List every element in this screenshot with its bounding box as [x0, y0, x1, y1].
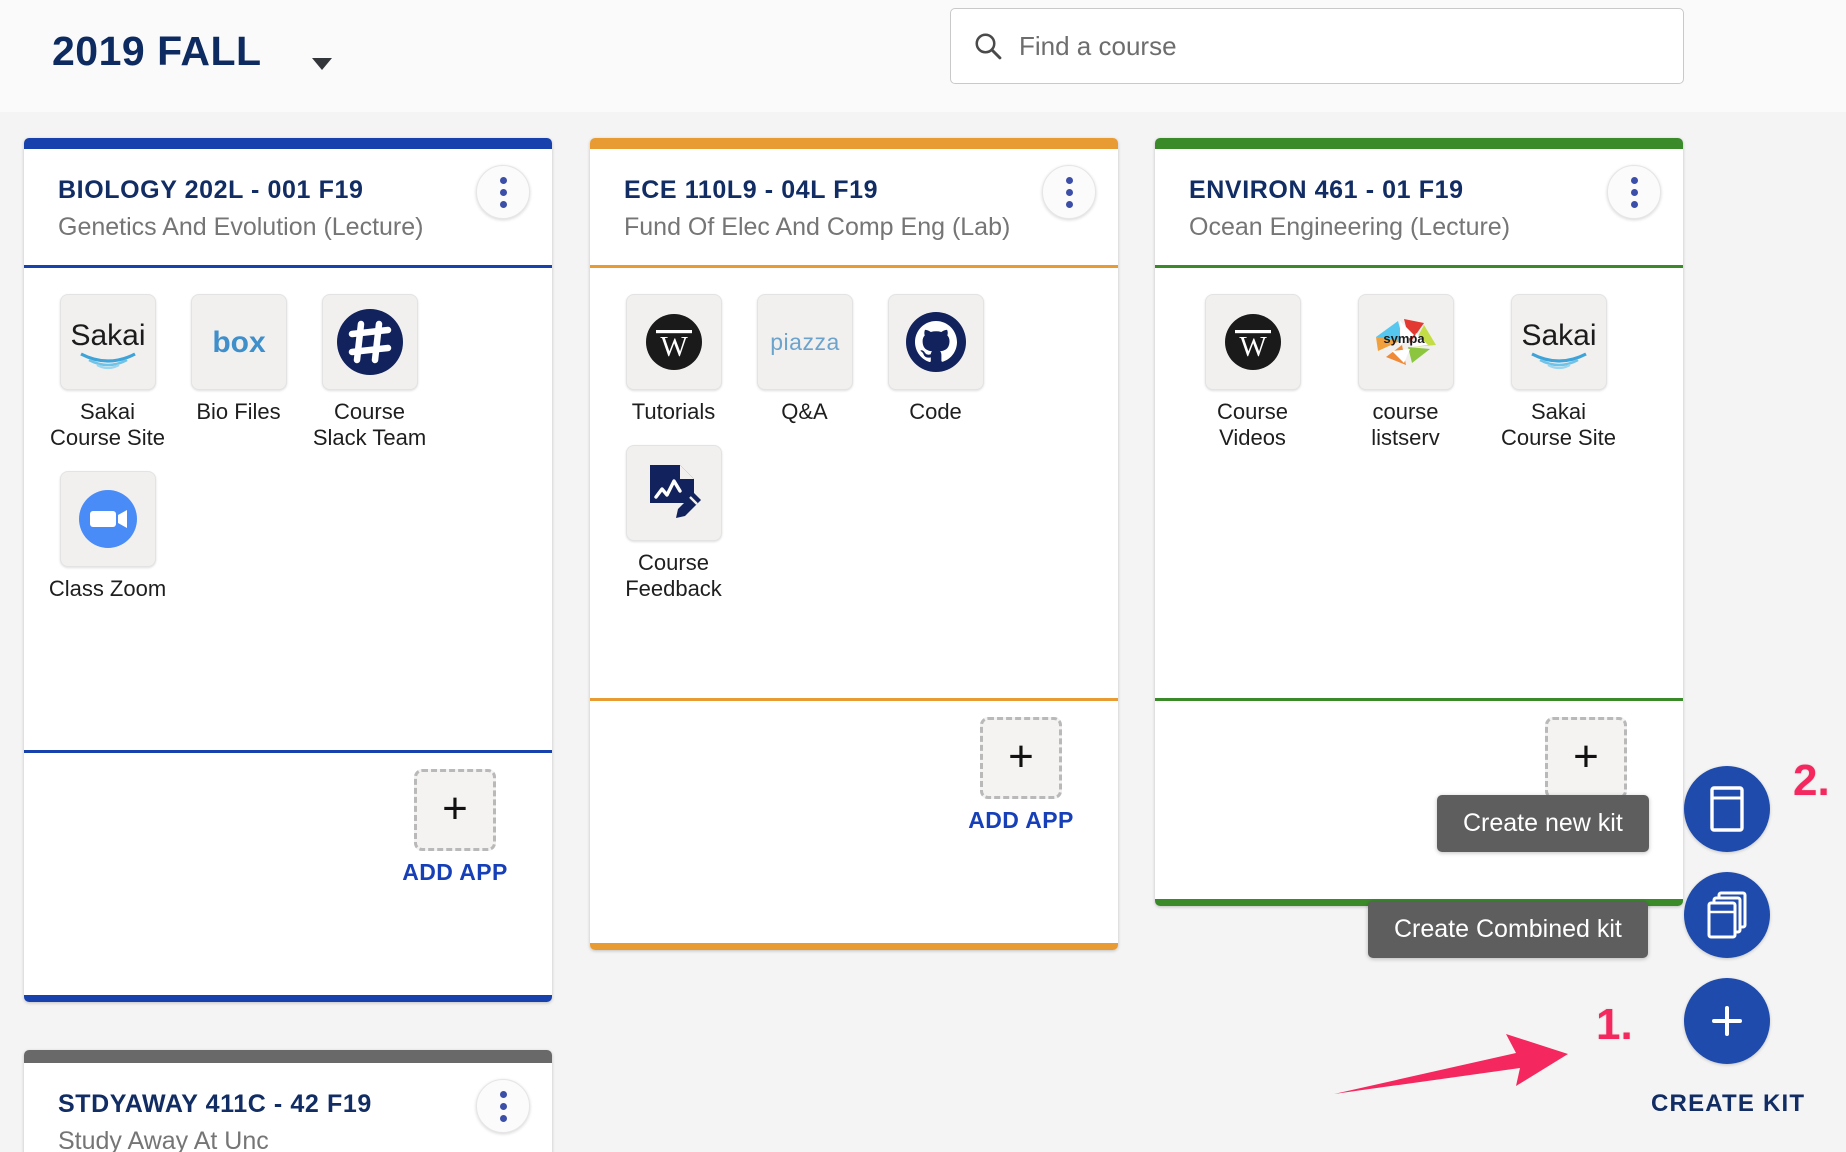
- course-card-stdyaway[interactable]: STDYAWAY 411C - 42 F19 Study Away At Unc: [24, 1050, 552, 1152]
- app-label: Course Slack Team: [312, 398, 427, 450]
- app-tile-box[interactable]: box Bio Files: [179, 293, 298, 451]
- app-tile-course-feedback[interactable]: Course Feedback: [614, 444, 733, 602]
- app-tile-sakai[interactable]: Sakai Sakai Course Site: [1499, 293, 1618, 451]
- card-course-code: STDYAWAY 411C - 42 F19: [58, 1090, 372, 1118]
- app-tile-tutorials[interactable]: W Tutorials: [614, 293, 733, 425]
- card-course-name: Genetics And Evolution (Lecture): [58, 213, 424, 242]
- course-card-biology[interactable]: BIOLOGY 202L - 001 F19 Genetics And Evol…: [24, 138, 552, 1002]
- warpwire-icon[interactable]: W: [625, 293, 722, 390]
- card-header: STDYAWAY 411C - 42 F19 Study Away At Unc: [24, 1063, 552, 1152]
- card-header: ECE 110L9 - 04L F19 Fund Of Elec And Com…: [590, 149, 1118, 265]
- app-label: Course Feedback: [625, 549, 722, 601]
- page-header: 2019 FALL Find a course: [0, 0, 1846, 112]
- add-app-label: ADD APP: [402, 858, 508, 885]
- plus-icon[interactable]: +: [980, 716, 1062, 799]
- card-course-code: BIOLOGY 202L - 001 F19: [58, 176, 364, 204]
- kebab-menu-icon[interactable]: [1607, 165, 1661, 219]
- create-kit-button[interactable]: [1684, 978, 1770, 1064]
- app-label: Bio Files: [196, 398, 281, 424]
- kebab-menu-icon[interactable]: [1042, 165, 1096, 219]
- annotation-arrow: [1334, 1034, 1568, 1094]
- piazza-icon[interactable]: piazza: [756, 293, 853, 390]
- card-accent-bar: [590, 138, 1118, 149]
- sympa-icon[interactable]: sympa: [1357, 293, 1454, 390]
- card-course-code: ECE 110L9 - 04L F19: [624, 176, 879, 204]
- card-accent-bar: [24, 138, 552, 149]
- github-icon[interactable]: [887, 293, 984, 390]
- card-apps-grid: W Course Videos sympa course listserv Sa…: [1155, 268, 1683, 698]
- app-tile-course-videos[interactable]: W Course Videos: [1193, 293, 1312, 451]
- app-label: Class Zoom: [48, 575, 167, 601]
- plus-icon[interactable]: +: [1545, 716, 1627, 799]
- svg-text:Sakai: Sakai: [1521, 319, 1596, 352]
- app-label: Tutorials: [631, 398, 716, 424]
- search-input[interactable]: Find a course: [1019, 31, 1177, 62]
- card-course-name: Study Away At Unc: [58, 1127, 269, 1152]
- app-tile-github[interactable]: Code: [876, 293, 995, 425]
- card-bottom-bar: [24, 995, 552, 1002]
- add-app-label: ADD APP: [968, 806, 1074, 833]
- create-combined-kit-button[interactable]: [1684, 872, 1770, 958]
- annotation-step-2: 2.: [1793, 756, 1830, 805]
- combined-kit-icon: [1707, 891, 1747, 939]
- app-label: Q&A: [781, 398, 828, 424]
- chevron-down-icon[interactable]: [312, 58, 332, 70]
- svg-text:Sakai: Sakai: [70, 319, 145, 352]
- app-label: course listserv: [1371, 398, 1440, 450]
- tooltip-create-combined-kit: Create Combined kit: [1368, 901, 1648, 958]
- single-kit-icon: [1710, 786, 1744, 832]
- kebab-menu-icon[interactable]: [476, 165, 530, 219]
- card-footer: + ADD APP: [590, 697, 1118, 872]
- app-label: Sakai Course Site: [1501, 398, 1616, 450]
- plus-icon[interactable]: +: [414, 768, 496, 851]
- tooltip-create-new-kit: Create new kit: [1437, 795, 1649, 852]
- kebab-menu-icon[interactable]: [476, 1079, 530, 1133]
- zoom-icon[interactable]: [59, 470, 156, 567]
- sakai-icon[interactable]: Sakai: [59, 293, 156, 390]
- card-header: BIOLOGY 202L - 001 F19 Genetics And Evol…: [24, 149, 552, 265]
- sakai-icon[interactable]: Sakai: [1510, 293, 1607, 390]
- svg-text:W: W: [1239, 331, 1267, 363]
- app-tile-zoom[interactable]: Class Zoom: [48, 470, 167, 602]
- search-icon: [975, 33, 1002, 60]
- slack-icon[interactable]: [321, 293, 418, 390]
- app-tile-slack[interactable]: Course Slack Team: [310, 293, 429, 451]
- app-tile-sakai[interactable]: Sakai Sakai Course Site: [48, 293, 167, 451]
- app-label: Course Videos: [1217, 398, 1288, 450]
- card-bottom-bar: [590, 943, 1118, 950]
- card-footer: + ADD APP: [24, 749, 552, 900]
- course-search-box[interactable]: Find a course: [950, 8, 1684, 84]
- svg-text:box: box: [212, 326, 266, 359]
- app-tile-piazza[interactable]: piazza Q&A: [745, 293, 864, 425]
- svg-text:sympa: sympa: [1383, 331, 1425, 346]
- course-feedback-icon[interactable]: [625, 444, 722, 541]
- card-apps-grid: W Tutorials piazza Q&A Code Course Feedb…: [590, 268, 1118, 698]
- svg-text:piazza: piazza: [770, 329, 839, 355]
- term-selector-label[interactable]: 2019 FALL: [52, 28, 262, 75]
- create-new-kit-button[interactable]: [1684, 766, 1770, 852]
- app-tile-sympa[interactable]: sympa course listserv: [1346, 293, 1465, 451]
- box-icon[interactable]: box: [190, 293, 287, 390]
- card-apps-grid: Sakai Sakai Course Site box Bio Files Co…: [24, 268, 552, 750]
- card-accent-bar: [24, 1050, 552, 1063]
- add-app-button[interactable]: + ADD APP: [400, 768, 510, 886]
- svg-text:W: W: [660, 331, 688, 363]
- app-label: Code: [909, 398, 962, 424]
- card-course-name: Ocean Engineering (Lecture): [1189, 213, 1511, 242]
- create-kit-label: CREATE KIT: [1651, 1090, 1806, 1117]
- course-kits-page: 2019 FALL Find a course BIOLOGY 202L - 0…: [0, 0, 1846, 1152]
- card-course-name: Fund Of Elec And Comp Eng (Lab): [624, 213, 1011, 242]
- card-course-code: ENVIRON 461 - 01 F19: [1189, 176, 1464, 204]
- card-accent-bar: [1155, 138, 1683, 149]
- add-app-button[interactable]: + ADD APP: [966, 716, 1076, 834]
- app-label: Sakai Course Site: [50, 398, 165, 450]
- card-header: ENVIRON 461 - 01 F19 Ocean Engineering (…: [1155, 149, 1683, 265]
- annotation-step-1: 1.: [1596, 1000, 1633, 1049]
- warpwire-icon[interactable]: W: [1204, 293, 1301, 390]
- course-card-ece[interactable]: ECE 110L9 - 04L F19 Fund Of Elec And Com…: [590, 138, 1118, 950]
- course-card-environ[interactable]: ENVIRON 461 - 01 F19 Ocean Engineering (…: [1155, 138, 1683, 906]
- plus-icon: [1712, 1006, 1742, 1036]
